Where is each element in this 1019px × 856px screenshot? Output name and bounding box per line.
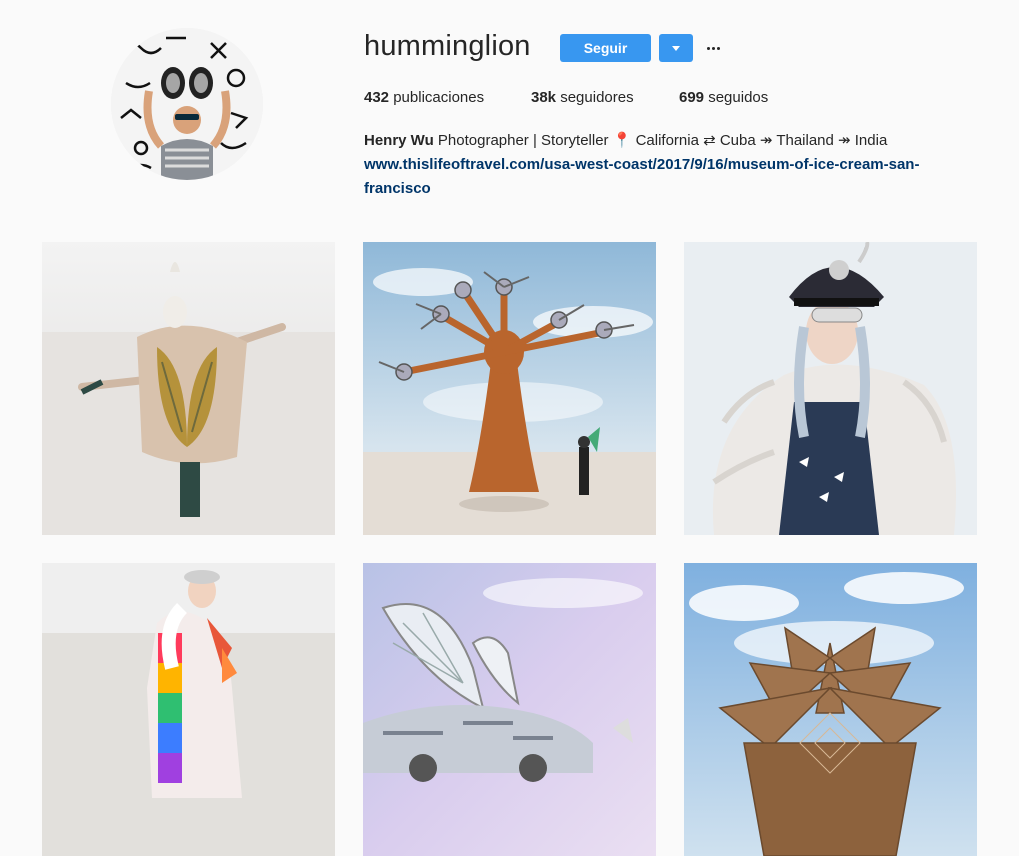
avatar-image — [111, 28, 263, 180]
following-label: seguidos — [708, 89, 769, 106]
profile-avatar[interactable] — [111, 28, 263, 180]
post-fur-coat-captain-hat[interactable] — [684, 242, 977, 535]
profile-bio: Henry Wu Photographer | Storyteller 📍 Ca… — [364, 129, 964, 201]
post-rainbow-coat[interactable] — [42, 563, 335, 856]
more-options-button[interactable] — [704, 38, 722, 58]
bio-text: Photographer | Storyteller 📍 California … — [433, 132, 888, 149]
post-wooden-temple-sculpture[interactable] — [684, 563, 977, 856]
stat-posts: 432 publicaciones — [364, 89, 484, 106]
dot-icon — [716, 46, 720, 50]
bio-link-line2[interactable]: francisco — [364, 180, 431, 197]
dot-icon — [711, 46, 715, 50]
stat-followers[interactable]: 38k seguidores — [531, 89, 634, 106]
profile-username: humminglion — [364, 30, 531, 62]
following-count: 699 — [679, 89, 705, 106]
bio-link-line1[interactable]: www.thislifeoftravel.com/usa-west-coast/… — [364, 156, 919, 173]
chevron-down-icon — [672, 45, 680, 51]
dot-icon — [706, 46, 710, 50]
post-butterfly-art-car[interactable] — [363, 563, 656, 856]
bio-full-name: Henry Wu — [364, 132, 434, 149]
followers-count: 38k — [531, 89, 557, 106]
posts-count: 432 — [364, 89, 390, 106]
stat-following[interactable]: 699 seguidos — [679, 89, 768, 106]
post-metal-tree-sculpture[interactable] — [363, 242, 656, 535]
follow-button[interactable]: Seguir — [560, 34, 651, 62]
followers-label: seguidores — [560, 89, 634, 106]
post-winged-cape-dancer[interactable] — [42, 242, 335, 535]
posts-label: publicaciones — [393, 89, 485, 106]
suggestions-dropdown-button[interactable] — [659, 34, 693, 62]
